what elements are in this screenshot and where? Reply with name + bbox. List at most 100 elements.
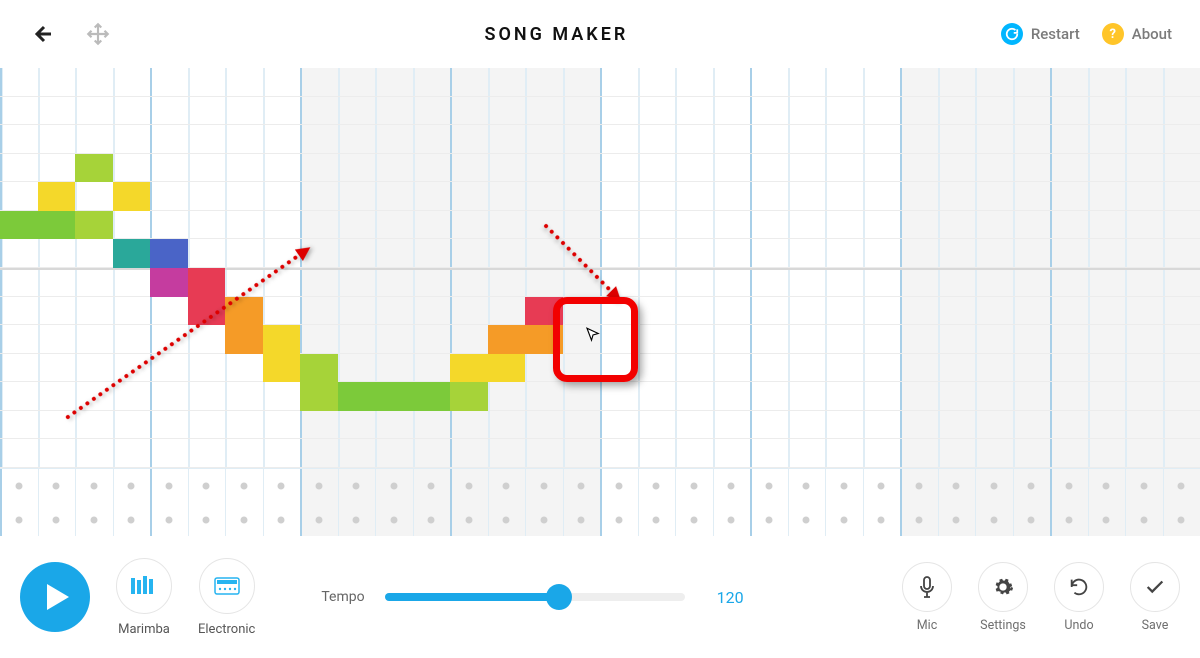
note-cell[interactable] xyxy=(150,239,188,268)
note-cell[interactable] xyxy=(263,325,301,354)
perc-cell[interactable] xyxy=(840,517,847,524)
note-cell[interactable] xyxy=(150,268,188,297)
tempo-slider-thumb[interactable] xyxy=(546,584,572,610)
perc-cell[interactable] xyxy=(653,517,660,524)
perc-cell[interactable] xyxy=(578,517,585,524)
perc-cell[interactable] xyxy=(90,483,97,490)
perc-cell[interactable] xyxy=(765,517,772,524)
perc-cell[interactable] xyxy=(803,517,810,524)
perc-cell[interactable] xyxy=(728,517,735,524)
perc-cell[interactable] xyxy=(1028,483,1035,490)
note-cell[interactable] xyxy=(188,268,226,297)
note-cell[interactable] xyxy=(38,211,76,240)
perc-cell[interactable] xyxy=(540,483,547,490)
perc-cell[interactable] xyxy=(540,517,547,524)
perc-cell[interactable] xyxy=(840,483,847,490)
note-cell[interactable] xyxy=(450,382,488,411)
note-cell[interactable] xyxy=(300,382,338,411)
perc-cell[interactable] xyxy=(803,483,810,490)
perc-cell[interactable] xyxy=(690,483,697,490)
perc-cell[interactable] xyxy=(503,517,510,524)
perc-cell[interactable] xyxy=(1178,483,1185,490)
note-cell[interactable] xyxy=(225,325,263,354)
tempo-slider[interactable] xyxy=(385,593,685,601)
perc-cell[interactable] xyxy=(428,483,435,490)
melody-instrument-selector[interactable]: Marimba xyxy=(116,558,172,637)
perc-cell[interactable] xyxy=(353,483,360,490)
perc-cell[interactable] xyxy=(165,517,172,524)
note-cell[interactable] xyxy=(450,354,488,383)
perc-cell[interactable] xyxy=(1140,517,1147,524)
perc-cell[interactable] xyxy=(315,483,322,490)
perc-cell[interactable] xyxy=(503,483,510,490)
note-cell[interactable] xyxy=(113,239,151,268)
perc-cell[interactable] xyxy=(1065,517,1072,524)
perc-cell[interactable] xyxy=(953,483,960,490)
about-button[interactable]: ? About xyxy=(1102,23,1172,45)
perc-cell[interactable] xyxy=(15,517,22,524)
perc-cell[interactable] xyxy=(128,483,135,490)
note-cell[interactable] xyxy=(263,354,301,383)
perc-cell[interactable] xyxy=(465,517,472,524)
undo-button[interactable]: Undo xyxy=(1054,562,1104,633)
perc-cell[interactable] xyxy=(615,483,622,490)
perc-cell[interactable] xyxy=(240,483,247,490)
perc-cell[interactable] xyxy=(1103,483,1110,490)
perc-cell[interactable] xyxy=(1178,517,1185,524)
percussion-grid[interactable] xyxy=(0,468,1200,536)
perc-cell[interactable] xyxy=(615,517,622,524)
note-cell[interactable] xyxy=(338,382,376,411)
note-cell[interactable] xyxy=(413,382,451,411)
perc-cell[interactable] xyxy=(728,483,735,490)
note-cell[interactable] xyxy=(300,354,338,383)
perc-cell[interactable] xyxy=(465,483,472,490)
move-tool-button[interactable] xyxy=(84,20,112,48)
perc-cell[interactable] xyxy=(578,483,585,490)
perc-cell[interactable] xyxy=(15,483,22,490)
note-cell[interactable] xyxy=(113,182,151,211)
perc-cell[interactable] xyxy=(990,483,997,490)
perc-cell[interactable] xyxy=(953,517,960,524)
note-cell[interactable] xyxy=(488,354,526,383)
perc-cell[interactable] xyxy=(353,517,360,524)
note-cell[interactable] xyxy=(488,325,526,354)
perc-cell[interactable] xyxy=(915,483,922,490)
perc-cell[interactable] xyxy=(1140,483,1147,490)
perc-cell[interactable] xyxy=(278,517,285,524)
perc-cell[interactable] xyxy=(390,483,397,490)
restart-button[interactable]: Restart xyxy=(1001,23,1080,45)
save-button[interactable]: Save xyxy=(1130,562,1180,633)
note-cell[interactable] xyxy=(75,211,113,240)
perc-cell[interactable] xyxy=(765,483,772,490)
play-button[interactable] xyxy=(20,562,90,632)
back-button[interactable] xyxy=(28,20,56,48)
note-cell[interactable] xyxy=(375,382,413,411)
mic-button[interactable]: Mic xyxy=(902,562,952,633)
perc-instrument-selector[interactable]: Electronic xyxy=(198,558,255,637)
melody-grid[interactable] xyxy=(0,68,1200,468)
perc-cell[interactable] xyxy=(165,483,172,490)
perc-cell[interactable] xyxy=(915,517,922,524)
perc-cell[interactable] xyxy=(128,517,135,524)
perc-cell[interactable] xyxy=(203,517,210,524)
perc-cell[interactable] xyxy=(90,517,97,524)
note-cell[interactable] xyxy=(75,154,113,183)
perc-cell[interactable] xyxy=(315,517,322,524)
perc-cell[interactable] xyxy=(1065,483,1072,490)
perc-cell[interactable] xyxy=(203,483,210,490)
perc-cell[interactable] xyxy=(278,483,285,490)
perc-cell[interactable] xyxy=(690,517,697,524)
perc-cell[interactable] xyxy=(53,517,60,524)
note-cell[interactable] xyxy=(0,211,38,240)
perc-cell[interactable] xyxy=(990,517,997,524)
perc-cell[interactable] xyxy=(653,483,660,490)
perc-cell[interactable] xyxy=(428,517,435,524)
perc-cell[interactable] xyxy=(390,517,397,524)
perc-cell[interactable] xyxy=(1028,517,1035,524)
note-cell[interactable] xyxy=(38,182,76,211)
perc-cell[interactable] xyxy=(1103,517,1110,524)
settings-button[interactable]: Settings xyxy=(978,562,1028,633)
perc-cell[interactable] xyxy=(878,483,885,490)
perc-cell[interactable] xyxy=(240,517,247,524)
perc-cell[interactable] xyxy=(53,483,60,490)
